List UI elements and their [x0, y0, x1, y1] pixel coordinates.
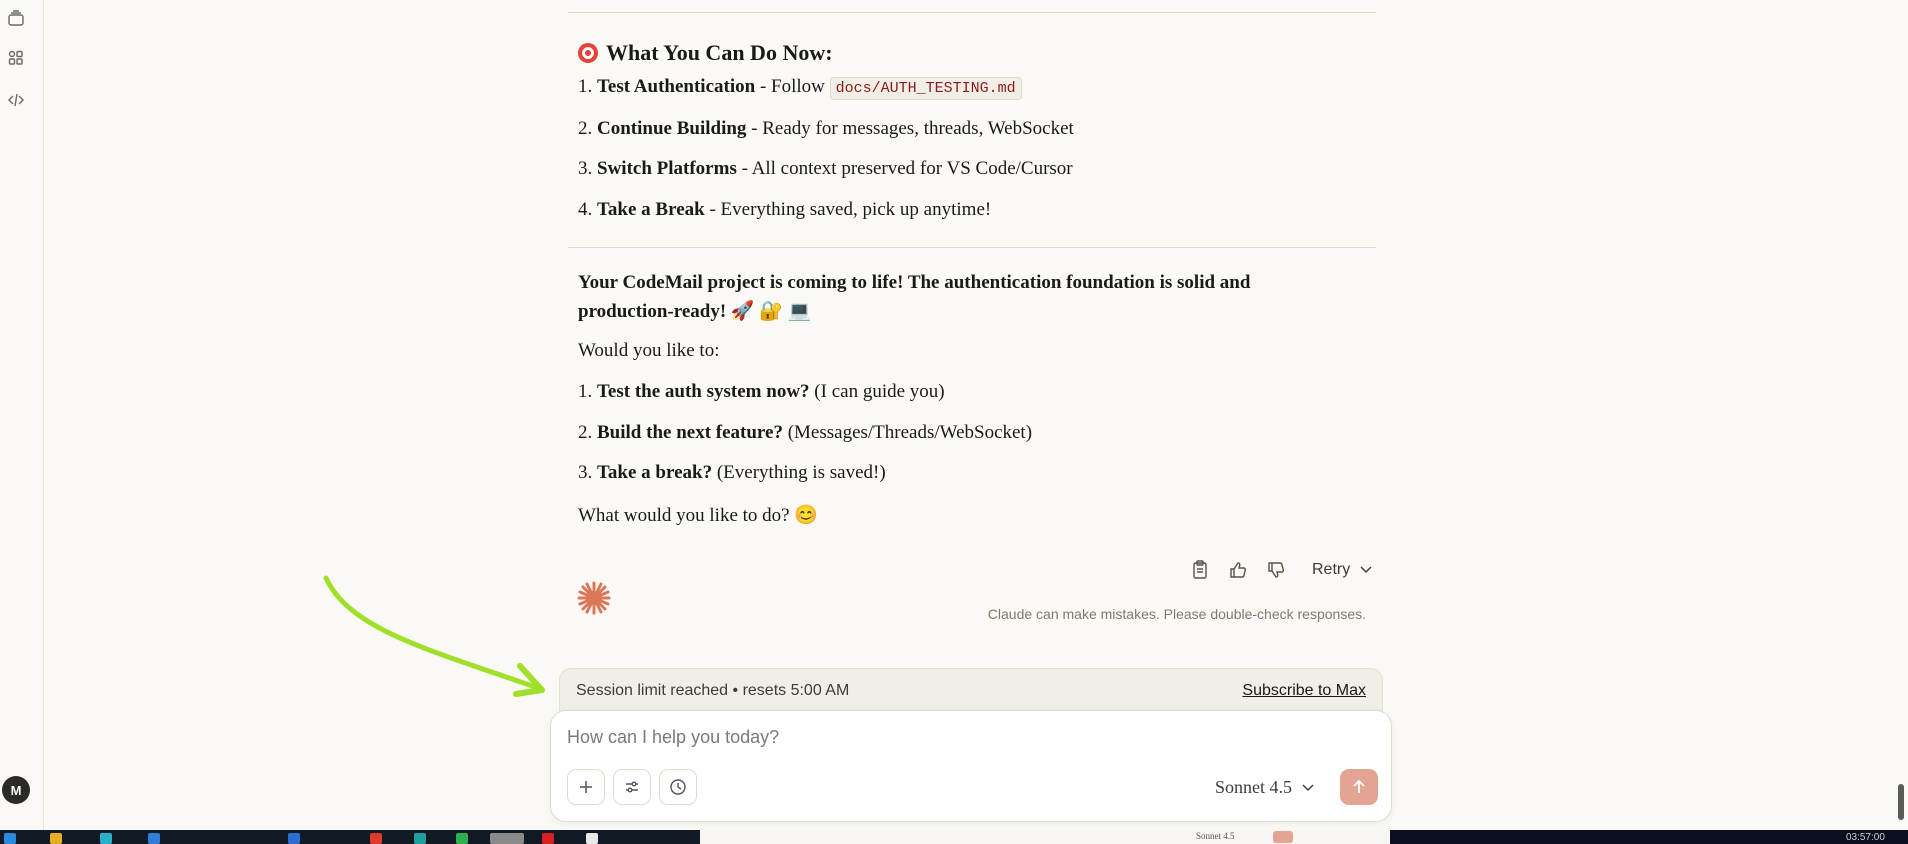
subscribe-link[interactable]: Subscribe to Max: [1242, 682, 1366, 700]
target-icon: [578, 43, 598, 63]
list-item-title: Build the next feature?: [597, 422, 783, 443]
list-item-text: (Messages/Threads/WebSocket): [782, 422, 1033, 443]
scrollbar-thumb[interactable]: [1898, 784, 1904, 820]
thumbs-down-icon[interactable]: [1264, 558, 1288, 582]
list-item-title: Take a Break: [597, 199, 705, 220]
list-item-text: - Ready for messages, threads, WebSocket: [746, 118, 1074, 139]
list-number: 3.: [578, 462, 597, 483]
app-icon[interactable]: [456, 833, 468, 844]
list-item: 3. Take a break? (Everything is saved!): [578, 462, 886, 484]
app-icon[interactable]: [370, 833, 382, 844]
thumbs-up-icon[interactable]: [1226, 558, 1250, 582]
list-item: 2. Continue Building - Ready for message…: [578, 118, 1074, 140]
list-item-title: Switch Platforms: [597, 158, 737, 179]
retry-label: Retry: [1312, 561, 1351, 578]
claude-logo-icon: [577, 581, 611, 615]
arrow-up-icon: [1353, 779, 1365, 793]
app-icon[interactable]: [586, 833, 598, 844]
plus-icon: [580, 781, 592, 793]
list-item: 4. Take a Break - Everything saved, pick…: [578, 199, 991, 221]
list-item: 1. Test Authentication - Follow docs/AUT…: [578, 76, 1022, 100]
list-item-title: Test Authentication: [597, 76, 756, 97]
divider: [568, 247, 1376, 248]
list-item: 1. Test the auth system now? (I can guid…: [578, 381, 945, 403]
list-item-text: (I can guide you): [809, 381, 945, 402]
start-icon[interactable]: [4, 833, 16, 844]
summary-text: Your CodeMail project is coming to life!…: [578, 272, 1251, 322]
retry-button[interactable]: Retry: [1312, 561, 1372, 579]
limit-text: Session limit reached • resets 5:00 AM: [576, 682, 850, 699]
list-number: 3.: [578, 158, 597, 179]
chats-icon[interactable]: [6, 8, 26, 28]
prompt-text: Would you like to:: [578, 340, 720, 361]
list-item: 3. Switch Platforms - All context preser…: [578, 158, 1073, 180]
list-number: 2.: [578, 118, 597, 139]
section-heading: What You Can Do Now:: [578, 40, 833, 66]
folder-icon[interactable]: [50, 833, 62, 844]
clock-text: 03:57:00: [1846, 832, 1885, 843]
inline-code: docs/AUTH_TESTING.md: [829, 77, 1022, 100]
projects-icon[interactable]: [6, 48, 26, 68]
preview-model-label: Sonnet 4.5: [1196, 831, 1235, 841]
taskbar-apps: [0, 830, 700, 844]
list-item-title: Take a break?: [597, 462, 713, 483]
list-item-text: - All context preserved for VS Code/Curs…: [736, 158, 1073, 179]
preview-send-button: [1273, 831, 1293, 843]
taskbar-tray: [1390, 830, 1908, 844]
list-item-text: - Everything saved, pick up anytime!: [704, 199, 992, 220]
sidebar: M: [0, 0, 44, 830]
app-icon[interactable]: [490, 833, 524, 844]
chat-input[interactable]: [567, 727, 1367, 748]
copy-icon[interactable]: [1188, 558, 1212, 582]
list-number: 1.: [578, 76, 597, 97]
history-button[interactable]: [659, 769, 697, 805]
session-limit-banner: Session limit reached • resets 5:00 AM S…: [559, 668, 1383, 712]
avatar[interactable]: M: [2, 776, 30, 804]
add-button[interactable]: [567, 769, 605, 805]
heading-text: What You Can Do Now:: [606, 40, 833, 65]
list-item-text: - Follow: [755, 76, 830, 97]
list-number: 2.: [578, 422, 597, 443]
tools-button[interactable]: [613, 769, 651, 805]
list-item: 2. Build the next feature? (Messages/Thr…: [578, 422, 1032, 444]
clock-icon: [670, 779, 686, 795]
model-selector[interactable]: Sonnet 4.5: [1215, 777, 1314, 798]
app-icon[interactable]: [148, 833, 160, 844]
model-label: Sonnet 4.5: [1215, 777, 1293, 797]
list-item-title: Test the auth system now?: [597, 381, 810, 402]
list-item-text: (Everything is saved!): [712, 462, 886, 483]
app-icon[interactable]: [100, 833, 112, 844]
composer: Sonnet 4.5: [550, 710, 1392, 822]
list-number: 4.: [578, 199, 597, 220]
list-number: 1.: [578, 381, 597, 402]
list-item-title: Continue Building: [597, 118, 747, 139]
chevron-down-icon: [1360, 566, 1372, 574]
annotation-arrow: [323, 575, 545, 697]
taskbar: Sonnet 4.5 03:57:00: [0, 830, 1908, 844]
chevron-down-icon: [1302, 783, 1314, 791]
message-actions: Retry: [1188, 558, 1372, 582]
app-icon[interactable]: [288, 833, 300, 844]
app-icon[interactable]: [414, 833, 426, 844]
closing-text: What would you like to do? 😊: [578, 505, 819, 526]
sliders-icon: [626, 781, 638, 793]
send-button[interactable]: [1340, 769, 1378, 805]
app-icon[interactable]: [542, 833, 554, 844]
disclaimer-text: Claude can make mistakes. Please double-…: [987, 606, 1366, 622]
divider: [568, 12, 1376, 13]
artifacts-icon[interactable]: [6, 90, 26, 110]
